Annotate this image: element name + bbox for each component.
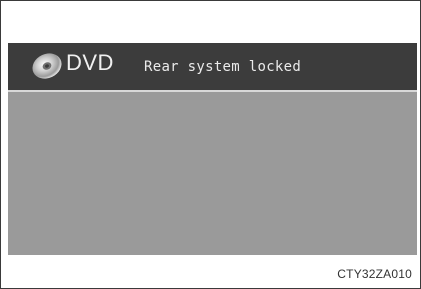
status-message: Rear system locked xyxy=(144,59,302,75)
disc-icon xyxy=(30,51,64,81)
video-content-area xyxy=(8,92,417,255)
source-label: DVD xyxy=(66,50,114,75)
figure-code: CTY32ZA010 xyxy=(337,267,412,281)
figure-frame: DVD Rear system locked CTY32ZA010 xyxy=(0,0,421,289)
display-screen: DVD Rear system locked xyxy=(8,43,417,255)
header-bar: DVD Rear system locked xyxy=(8,43,417,92)
